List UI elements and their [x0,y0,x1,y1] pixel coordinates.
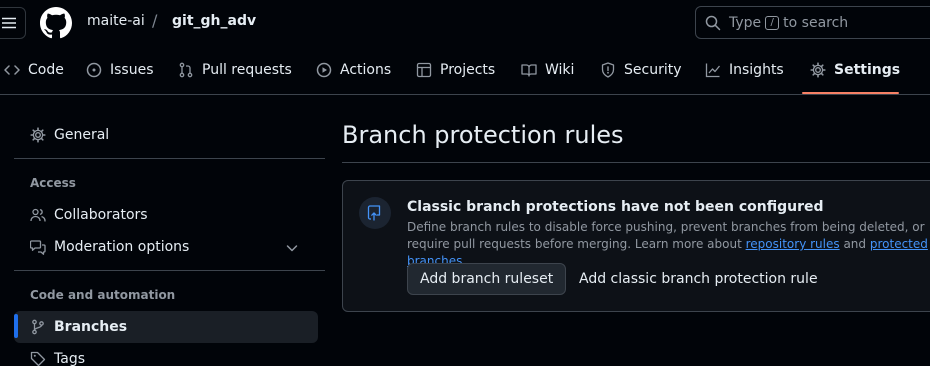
tab-wiki-label: Wiki [545,62,575,78]
tab-code-label: Code [28,62,64,78]
gear-icon [810,62,826,78]
repo-push-icon [367,205,381,221]
card-title: Classic branch protections have not been… [407,199,824,215]
tab-code[interactable]: Code [4,46,64,94]
tab-projects-label: Projects [440,62,496,78]
sidebar-item-collaborators[interactable]: Collaborators [14,199,318,231]
sidebar-item-moderation[interactable]: Moderation options [14,231,318,263]
tab-actions[interactable]: Actions [316,46,391,94]
search-placeholder-prefix: Type [729,14,762,31]
comment-discussion-icon [30,240,46,255]
table-icon [416,62,432,78]
repo-tabs: Code Issues Pull requests Actions Projec… [0,46,930,95]
code-icon [4,65,20,75]
breadcrumb-owner[interactable]: maite-ai [87,13,145,29]
shield-icon [601,62,615,78]
search-icon [705,15,721,30]
people-icon [30,208,46,222]
title-divider [342,162,930,163]
tab-insights[interactable]: Insights [705,46,784,94]
sidebar-item-label: General [54,127,110,143]
search-shortcut-key: / [765,15,780,30]
sidebar-active-indicator [14,314,18,338]
menu-button[interactable] [0,7,26,39]
sidebar-item-label: Branches [54,319,128,335]
play-icon [316,62,332,78]
empty-state-card: Classic branch protections have not been… [342,180,930,312]
repository-rules-link[interactable]: repository rules [746,237,840,251]
tab-insights-label: Insights [729,62,784,78]
tab-settings[interactable]: Settings [810,46,900,94]
tab-projects[interactable]: Projects [416,46,495,94]
sidebar-item-label: Tags [54,351,85,366]
hamburger-icon [2,17,16,29]
tab-pull-requests-label: Pull requests [202,62,292,78]
search-placeholder-suffix: to search [783,14,849,31]
page-title: Branch protection rules [342,121,624,149]
sidebar-item-label: Collaborators [54,207,148,223]
book-icon [521,64,537,77]
tab-actions-label: Actions [340,62,392,78]
tab-issues[interactable]: Issues [86,46,154,94]
breadcrumb-separator: / [152,11,158,30]
card-description-and: and [843,237,867,251]
tab-security-label: Security [624,62,682,78]
graph-icon [705,63,721,78]
breadcrumb-repo[interactable]: git_gh_adv [172,13,256,29]
card-icon-wrapper [359,197,391,229]
sidebar-heading-code-automation: Code and automation [30,288,176,302]
sidebar-divider [14,270,325,271]
add-classic-rule-button[interactable]: Add classic branch protection rule [579,263,818,295]
pull-request-icon [179,62,193,78]
tab-pull-requests[interactable]: Pull requests [178,46,292,94]
issue-icon [86,62,102,78]
sidebar-item-branches[interactable]: Branches [14,311,318,343]
sidebar-item-general[interactable]: General [14,119,318,151]
tab-settings-label: Settings [834,62,901,78]
tab-security[interactable]: Security [600,46,682,94]
active-tab-indicator [802,92,899,94]
search-input[interactable]: Type / to search [695,6,930,39]
sidebar-item-tags[interactable]: Tags [14,343,318,366]
tag-icon [30,351,46,366]
sidebar-heading-access: Access [30,176,76,190]
gear-icon [30,127,46,143]
tab-wiki[interactable]: Wiki [521,46,574,94]
add-branch-ruleset-button[interactable]: Add branch ruleset [407,263,567,295]
chevron-down-icon [286,245,298,252]
sidebar-item-label: Moderation options [54,239,190,255]
git-branch-icon [32,319,44,335]
tab-issues-label: Issues [110,62,154,78]
top-header: maite-ai / git_gh_adv Type / to search [0,0,930,46]
github-logo-icon[interactable] [40,7,72,39]
sidebar-divider [14,158,325,159]
